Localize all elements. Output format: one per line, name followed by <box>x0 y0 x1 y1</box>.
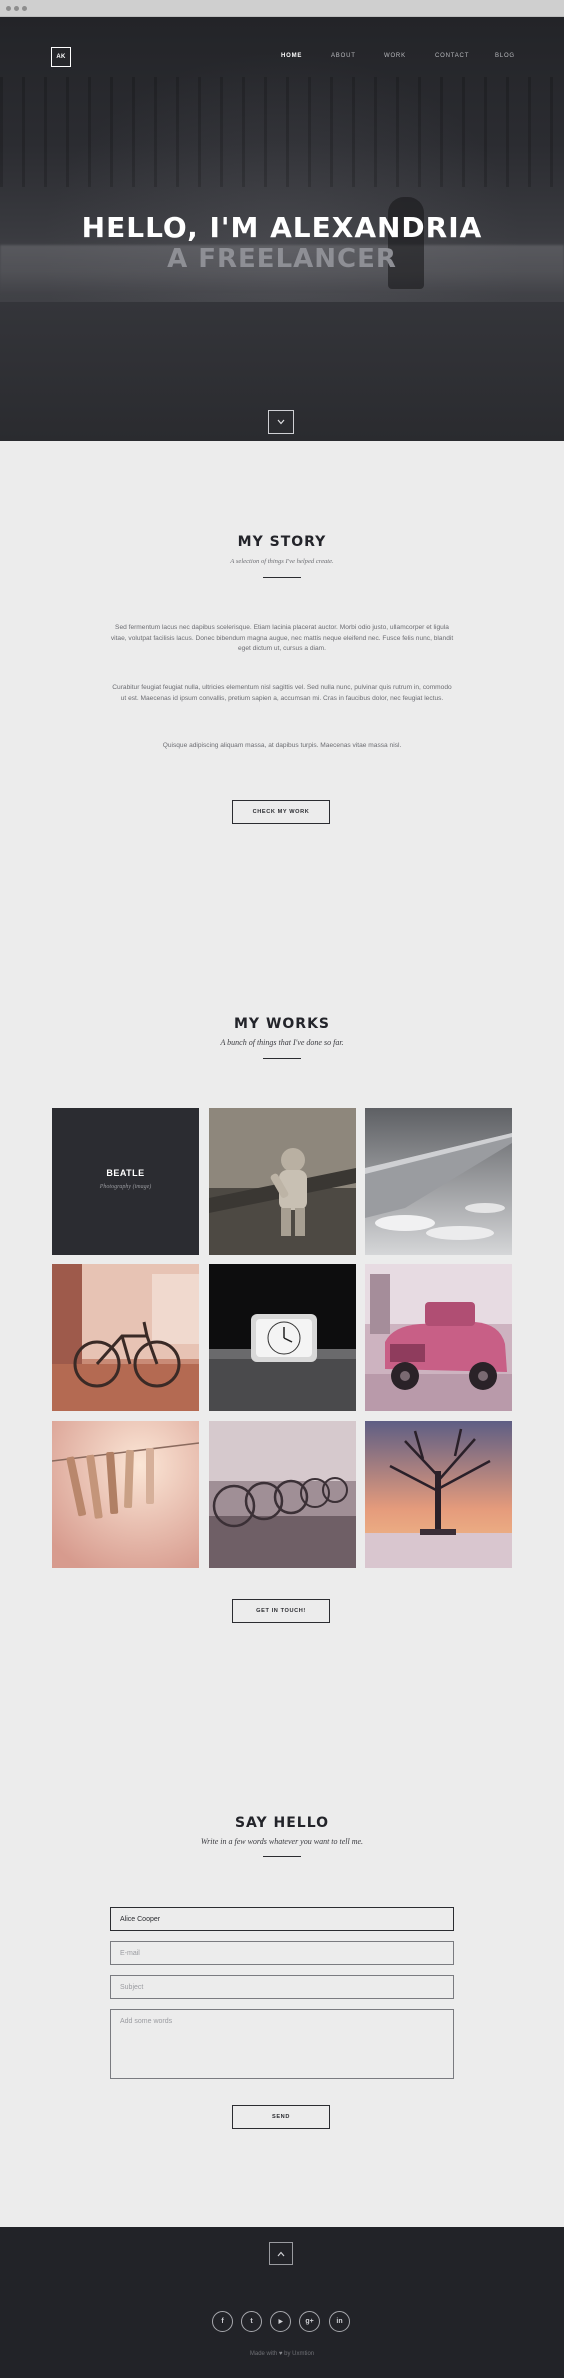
check-my-work-button[interactable]: CHECK MY WORK <box>232 800 330 824</box>
clothespins-image <box>52 1421 199 1568</box>
work-tile-sunset-tree[interactable] <box>365 1421 512 1568</box>
featured-work-caption: Photography (image) <box>99 1184 152 1190</box>
work-tile-featured[interactable]: BEATLE Photography (image) <box>52 1108 199 1255</box>
hero-subtitle: A FREELANCER <box>167 244 397 274</box>
work-tile-bicycle[interactable] <box>52 1264 199 1411</box>
footer: f t g+ in Made with ♥ by Uxmtion <box>0 2227 564 2378</box>
work-tile-plane-wing[interactable] <box>365 1108 512 1255</box>
get-in-touch-button[interactable]: GET IN TOUCH! <box>232 1599 330 1623</box>
email-field[interactable]: E-mail <box>110 1941 454 1965</box>
story-paragraph-1: Sed fermentum lacus nec dapibus sceleris… <box>110 624 454 652</box>
vintage-truck-image <box>365 1264 512 1411</box>
contact-divider <box>263 1856 301 1857</box>
made-with-prefix: Made with <box>249 2351 278 2357</box>
nav-contact[interactable]: CONTACT <box>435 53 469 59</box>
linkedin-icon[interactable]: in <box>329 2311 350 2332</box>
work-tile-clock[interactable] <box>209 1264 356 1411</box>
video-play-icon[interactable] <box>270 2311 291 2332</box>
hero-section: AK HOME ABOUT WORK CONTACT BLOG HELLO, I… <box>0 17 564 441</box>
bike-rack-image <box>209 1421 356 1568</box>
contact-title: SAY HELLO <box>234 1815 330 1831</box>
sunset-tree-image <box>365 1421 512 1568</box>
plane-wing-image <box>365 1108 512 1255</box>
work-tile-child-photo[interactable] <box>209 1108 356 1255</box>
play-icon <box>278 2319 283 2324</box>
nav-blog[interactable]: BLOG <box>495 53 515 59</box>
contact-subtitle: Write in a few words whatever you want t… <box>200 1837 364 1846</box>
story-paragraph-2: Curabitur feugiat feugiat nulla, ultrici… <box>112 684 452 702</box>
chevron-up-icon <box>277 2251 285 2256</box>
story-divider <box>263 577 301 578</box>
window-minimize-dot[interactable] <box>14 6 19 11</box>
google-plus-icon[interactable]: g+ <box>299 2311 320 2332</box>
story-paragraph-3: Quisque adipiscing aliquam massa, at dap… <box>162 742 402 749</box>
work-tile-clothespins[interactable] <box>52 1421 199 1568</box>
made-with-credit: Made with ♥ by Uxmtion <box>0 2351 564 2357</box>
made-with-suffix: by Uxmtion <box>284 2351 315 2357</box>
nav-home[interactable]: HOME <box>281 53 302 59</box>
nav-about[interactable]: ABOUT <box>331 53 356 59</box>
hero-title: HELLO, I'M ALEXANDRIA <box>81 211 483 244</box>
featured-work-title: BEATLE <box>106 1168 145 1178</box>
work-tile-bike-rack[interactable] <box>209 1421 356 1568</box>
heart-icon: ♥ <box>278 2351 283 2357</box>
message-field[interactable]: Add some words <box>110 2009 454 2079</box>
chevron-down-icon <box>277 419 285 425</box>
story-subtitle: A selection of things I've helped create… <box>230 558 334 565</box>
works-subtitle: A bunch of things that I've done so far. <box>220 1038 344 1047</box>
window-close-dot[interactable] <box>6 6 11 11</box>
clock-image <box>209 1264 356 1411</box>
send-button[interactable]: SEND <box>232 2105 330 2129</box>
hero-background-pier <box>0 77 564 187</box>
works-title: MY WORKS <box>234 1016 330 1032</box>
facebook-icon[interactable]: f <box>212 2311 233 2332</box>
window-zoom-dot[interactable] <box>22 6 27 11</box>
logo[interactable]: AK <box>51 47 71 67</box>
name-field[interactable]: Alice Cooper <box>110 1907 454 1931</box>
twitter-icon[interactable]: t <box>241 2311 262 2332</box>
scroll-down-button[interactable] <box>268 410 294 434</box>
story-title: MY STORY <box>237 534 327 550</box>
back-to-top-button[interactable] <box>269 2242 293 2265</box>
work-tile-vintage-truck[interactable] <box>365 1264 512 1411</box>
subject-field[interactable]: Subject <box>110 1975 454 1999</box>
child-photo-image <box>209 1108 356 1255</box>
bicycle-image <box>52 1264 199 1411</box>
works-divider <box>263 1058 301 1059</box>
nav-work[interactable]: WORK <box>384 53 406 59</box>
browser-chrome <box>0 0 564 17</box>
